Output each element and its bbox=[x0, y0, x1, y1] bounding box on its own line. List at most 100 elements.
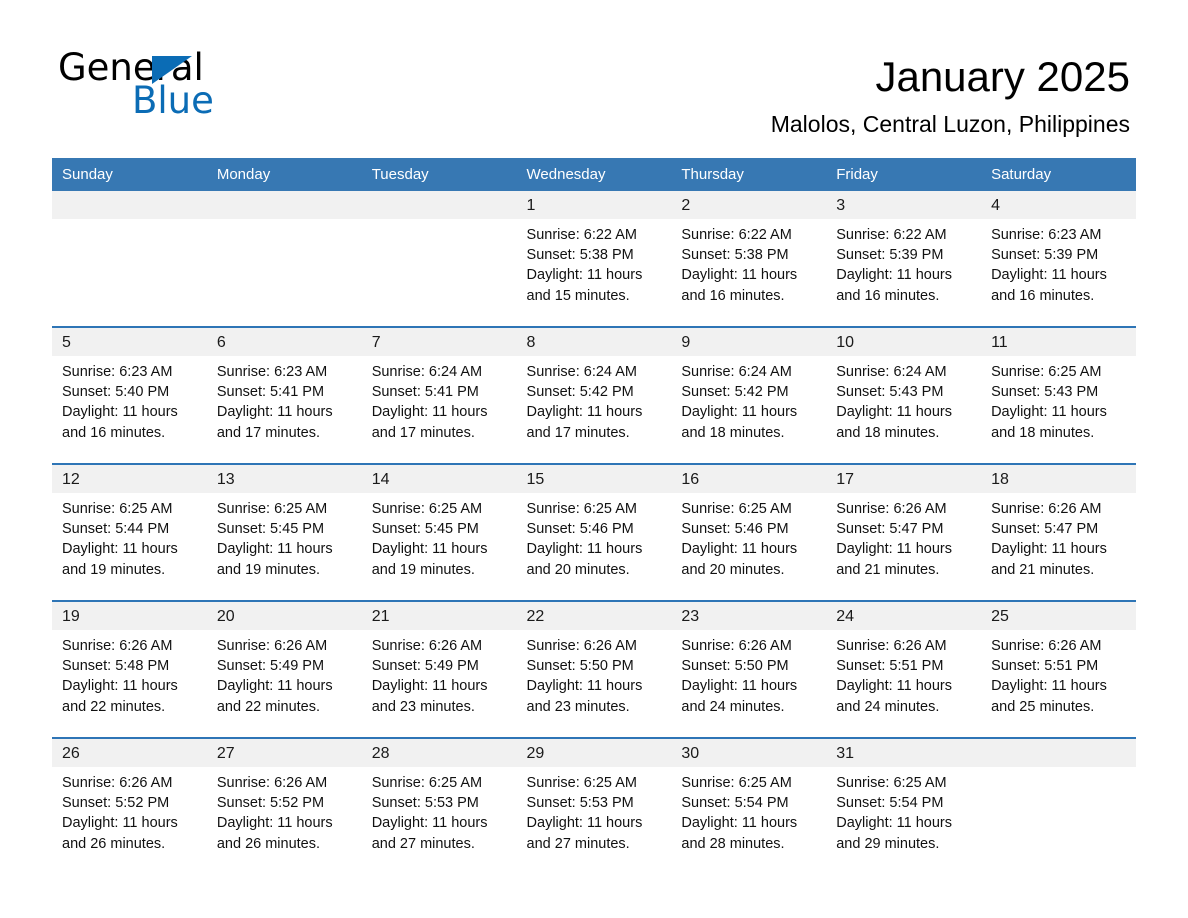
day-cell-inner: 25 Sunrise: 6:26 AM Sunset: 5:51 PM Dayligh… bbox=[981, 602, 1136, 737]
daylight-text: Daylight: 11 hours and 19 minutes. bbox=[371, 541, 488, 578]
day-cell-inner: 19 Sunrise: 6:26 AM Sunset: 5:48 PM Dayligh… bbox=[52, 602, 207, 737]
day-cell-inner: 8 Sunrise: 6:24 AM Sunset: 5:42 PM Daylight… bbox=[516, 328, 672, 463]
calendar-day-cell[interactable]: 15 Sunrise: 6:25 AM Sunset: 5:46 PM Dayligh… bbox=[516, 463, 672, 601]
calendar-day-cell[interactable]: 20 Sunrise: 6:26 AM Sunset: 5:49 PM Dayligh… bbox=[206, 600, 362, 738]
sunrise-text: Sunrise: 6:22 AM bbox=[681, 227, 792, 243]
location-subtitle: Malolos, Central Luzon, Philippines bbox=[770, 111, 1130, 137]
calendar-day-cell[interactable]: 2 Sunrise: 6:22 AM Sunset: 5:38 PM Daylight… bbox=[671, 191, 827, 327]
day-cell-inner: 4 Sunrise: 6:23 AM Sunset: 5:39 PM Daylight… bbox=[981, 191, 1136, 326]
calendar-day-cell[interactable]: 19 Sunrise: 6:26 AM Sunset: 5:48 PM Dayligh… bbox=[52, 600, 207, 738]
sunrise-text: Sunrise: 6:25 AM bbox=[526, 775, 637, 791]
calendar-day-cell[interactable]: 26 Sunrise: 6:26 AM Sunset: 5:52 PM Dayligh… bbox=[52, 737, 207, 874]
day-cell-inner: 30 Sunrise: 6:25 AM Sunset: 5:54 PM Dayligh… bbox=[671, 739, 827, 874]
day-number: 19 bbox=[52, 602, 207, 630]
calendar-day-cell[interactable]: 14 Sunrise: 6:25 AM Sunset: 5:45 PM Dayligh… bbox=[361, 463, 517, 601]
daylight-text: Daylight: 11 hours and 22 minutes. bbox=[62, 678, 178, 715]
calendar-day-cell[interactable]: 12 Sunrise: 6:25 AM Sunset: 5:44 PM Dayligh… bbox=[52, 463, 207, 601]
sunset-text: Sunset: 5:43 PM bbox=[991, 384, 1099, 401]
day-cell-inner: 21 Sunrise: 6:26 AM Sunset: 5:49 PM Dayligh… bbox=[361, 602, 517, 737]
day-number: 5 bbox=[52, 328, 207, 356]
day-details: Sunrise: 6:26 AM Sunset: 5:51 PM Daylight:… bbox=[981, 630, 1136, 717]
day-number: 30 bbox=[671, 739, 827, 767]
calendar-day-cell[interactable]: 3 Sunrise: 6:22 AM Sunset: 5:39 PM Daylight… bbox=[826, 191, 982, 327]
day-cell-inner: 15 Sunrise: 6:25 AM Sunset: 5:46 PM Dayligh… bbox=[516, 465, 672, 600]
day-details: Sunrise: 6:23 AM Sunset: 5:39 PM Daylight:… bbox=[981, 219, 1136, 306]
day-number: 31 bbox=[826, 739, 982, 767]
sunset-text: Sunset: 5:53 PM bbox=[526, 795, 634, 812]
calendar-day-cell[interactable]: 31 Sunrise: 6:25 AM Sunset: 5:54 PM Dayligh… bbox=[826, 737, 982, 874]
calendar-day-cell[interactable]: 29 Sunrise: 6:25 AM Sunset: 5:53 PM Dayligh… bbox=[516, 737, 672, 874]
calendar-day-cell[interactable]: 13 Sunrise: 6:25 AM Sunset: 5:45 PM Dayligh… bbox=[206, 463, 362, 601]
calendar-table: Sunday Monday Tuesday Wednesday Thursday… bbox=[52, 158, 1136, 874]
calendar-day-cell[interactable]: 18 Sunrise: 6:26 AM Sunset: 5:47 PM Dayligh… bbox=[981, 463, 1136, 601]
general-blue-logo[interactable]: General Blue bbox=[58, 48, 318, 128]
calendar-day-cell[interactable]: 25 Sunrise: 6:26 AM Sunset: 5:51 PM Dayligh… bbox=[981, 600, 1136, 738]
day-details: Sunrise: 6:26 AM Sunset: 5:49 PM Daylight:… bbox=[207, 630, 362, 717]
daylight-text: Daylight: 11 hours and 18 minutes. bbox=[836, 404, 953, 441]
sunrise-text: Sunrise: 6:26 AM bbox=[216, 638, 328, 654]
day-cell-inner: 18 Sunrise: 6:26 AM Sunset: 5:47 PM Dayligh… bbox=[981, 465, 1136, 600]
sunrise-text: Sunrise: 6:25 AM bbox=[991, 364, 1102, 380]
calendar-day-cell[interactable]: 28 Sunrise: 6:25 AM Sunset: 5:53 PM Dayligh… bbox=[361, 737, 517, 874]
day-details: Sunrise: 6:26 AM Sunset: 5:47 PM Daylight:… bbox=[981, 493, 1136, 580]
day-cell-inner: 23 Sunrise: 6:26 AM Sunset: 5:50 PM Dayligh… bbox=[671, 602, 827, 737]
day-details: Sunrise: 6:26 AM Sunset: 5:47 PM Daylight:… bbox=[826, 493, 981, 580]
sunset-text: Sunset: 5:54 PM bbox=[836, 795, 944, 812]
calendar-day-cell bbox=[981, 737, 1136, 874]
weekday-header-row: Sunday Monday Tuesday Wednesday Thursday… bbox=[52, 158, 1136, 191]
calendar-day-cell[interactable]: 22 Sunrise: 6:26 AM Sunset: 5:50 PM Dayligh… bbox=[516, 600, 672, 738]
calendar-day-cell[interactable]: 6 Sunrise: 6:23 AM Sunset: 5:41 PM Daylight… bbox=[206, 326, 362, 464]
calendar-day-cell[interactable]: 7 Sunrise: 6:24 AM Sunset: 5:41 PM Daylight… bbox=[361, 326, 517, 464]
weekday-header-friday: Friday bbox=[826, 158, 982, 191]
calendar-day-cell[interactable]: 24 Sunrise: 6:26 AM Sunset: 5:51 PM Dayligh… bbox=[826, 600, 982, 738]
day-details: Sunrise: 6:26 AM Sunset: 5:52 PM Daylight:… bbox=[207, 767, 362, 854]
day-cell-inner: 29 Sunrise: 6:25 AM Sunset: 5:53 PM Dayligh… bbox=[516, 739, 672, 874]
daylight-text: Daylight: 11 hours and 16 minutes. bbox=[62, 404, 178, 441]
daylight-text: Daylight: 11 hours and 15 minutes. bbox=[526, 267, 643, 304]
day-number: 13 bbox=[206, 465, 362, 493]
day-cell-inner bbox=[206, 191, 362, 326]
day-cell-inner: 16 Sunrise: 6:25 AM Sunset: 5:46 PM Dayligh… bbox=[671, 465, 827, 600]
calendar-body: 1 Sunrise: 6:22 AM Sunset: 5:38 PM Daylight… bbox=[52, 191, 1136, 874]
calendar-day-cell[interactable]: 5 Sunrise: 6:23 AM Sunset: 5:40 PM Daylight… bbox=[52, 326, 207, 464]
sunset-text: Sunset: 5:47 PM bbox=[991, 521, 1099, 538]
calendar-day-cell[interactable]: 1 Sunrise: 6:22 AM Sunset: 5:38 PM Daylight… bbox=[516, 191, 672, 327]
day-number: 14 bbox=[361, 465, 517, 493]
day-cell-inner: 11 Sunrise: 6:25 AM Sunset: 5:43 PM Dayligh… bbox=[981, 328, 1136, 463]
calendar-day-cell[interactable]: 16 Sunrise: 6:25 AM Sunset: 5:46 PM Dayligh… bbox=[671, 463, 827, 601]
sunrise-text: Sunrise: 6:26 AM bbox=[991, 501, 1102, 517]
day-number: 21 bbox=[361, 602, 517, 630]
day-details: Sunrise: 6:26 AM Sunset: 5:51 PM Daylight:… bbox=[826, 630, 981, 717]
calendar-day-cell[interactable]: 21 Sunrise: 6:26 AM Sunset: 5:49 PM Dayligh… bbox=[361, 600, 517, 738]
calendar-day-cell[interactable]: 8 Sunrise: 6:24 AM Sunset: 5:42 PM Daylight… bbox=[516, 326, 672, 464]
calendar-day-cell[interactable]: 23 Sunrise: 6:26 AM Sunset: 5:50 PM Dayligh… bbox=[671, 600, 827, 738]
sunrise-text: Sunrise: 6:26 AM bbox=[836, 638, 947, 654]
calendar-day-cell[interactable]: 11 Sunrise: 6:25 AM Sunset: 5:43 PM Dayligh… bbox=[981, 326, 1136, 464]
calendar-day-cell[interactable]: 27 Sunrise: 6:26 AM Sunset: 5:52 PM Dayligh… bbox=[206, 737, 362, 874]
day-cell-inner: 3 Sunrise: 6:22 AM Sunset: 5:39 PM Daylight… bbox=[826, 191, 982, 326]
page-title: January 2025 bbox=[875, 53, 1130, 100]
day-details: Sunrise: 6:25 AM Sunset: 5:53 PM Daylight:… bbox=[362, 767, 517, 854]
sunset-text: Sunset: 5:46 PM bbox=[526, 521, 634, 538]
calendar-day-cell bbox=[206, 191, 362, 327]
daylight-text: Daylight: 11 hours and 29 minutes. bbox=[836, 815, 953, 852]
daylight-text: Daylight: 11 hours and 16 minutes. bbox=[991, 267, 1107, 304]
day-number: 9 bbox=[671, 328, 827, 356]
daylight-text: Daylight: 11 hours and 18 minutes. bbox=[681, 404, 798, 441]
calendar-day-cell[interactable]: 9 Sunrise: 6:24 AM Sunset: 5:42 PM Daylight… bbox=[671, 326, 827, 464]
day-details: Sunrise: 6:25 AM Sunset: 5:46 PM Daylight:… bbox=[671, 493, 826, 580]
sunset-text: Sunset: 5:51 PM bbox=[991, 658, 1099, 675]
day-number: 20 bbox=[206, 602, 362, 630]
sunrise-text: Sunrise: 6:24 AM bbox=[371, 364, 483, 380]
page-header: General Blue January 2025 Malolos, Centr… bbox=[0, 0, 1188, 155]
sunrise-text: Sunrise: 6:24 AM bbox=[836, 364, 947, 380]
calendar-day-cell[interactable]: 4 Sunrise: 6:23 AM Sunset: 5:39 PM Daylight… bbox=[981, 191, 1136, 327]
day-number: 26 bbox=[52, 739, 207, 767]
calendar-day-cell[interactable]: 30 Sunrise: 6:25 AM Sunset: 5:54 PM Dayligh… bbox=[671, 737, 827, 874]
day-cell-inner bbox=[361, 191, 517, 326]
calendar-day-cell[interactable]: 17 Sunrise: 6:26 AM Sunset: 5:47 PM Dayligh… bbox=[826, 463, 982, 601]
sunset-text: Sunset: 5:54 PM bbox=[681, 795, 789, 812]
daylight-text: Daylight: 11 hours and 17 minutes. bbox=[216, 404, 333, 441]
day-cell-inner: 28 Sunrise: 6:25 AM Sunset: 5:53 PM Dayligh… bbox=[361, 739, 517, 874]
calendar-day-cell[interactable]: 10 Sunrise: 6:24 AM Sunset: 5:43 PM Dayligh… bbox=[826, 326, 982, 464]
